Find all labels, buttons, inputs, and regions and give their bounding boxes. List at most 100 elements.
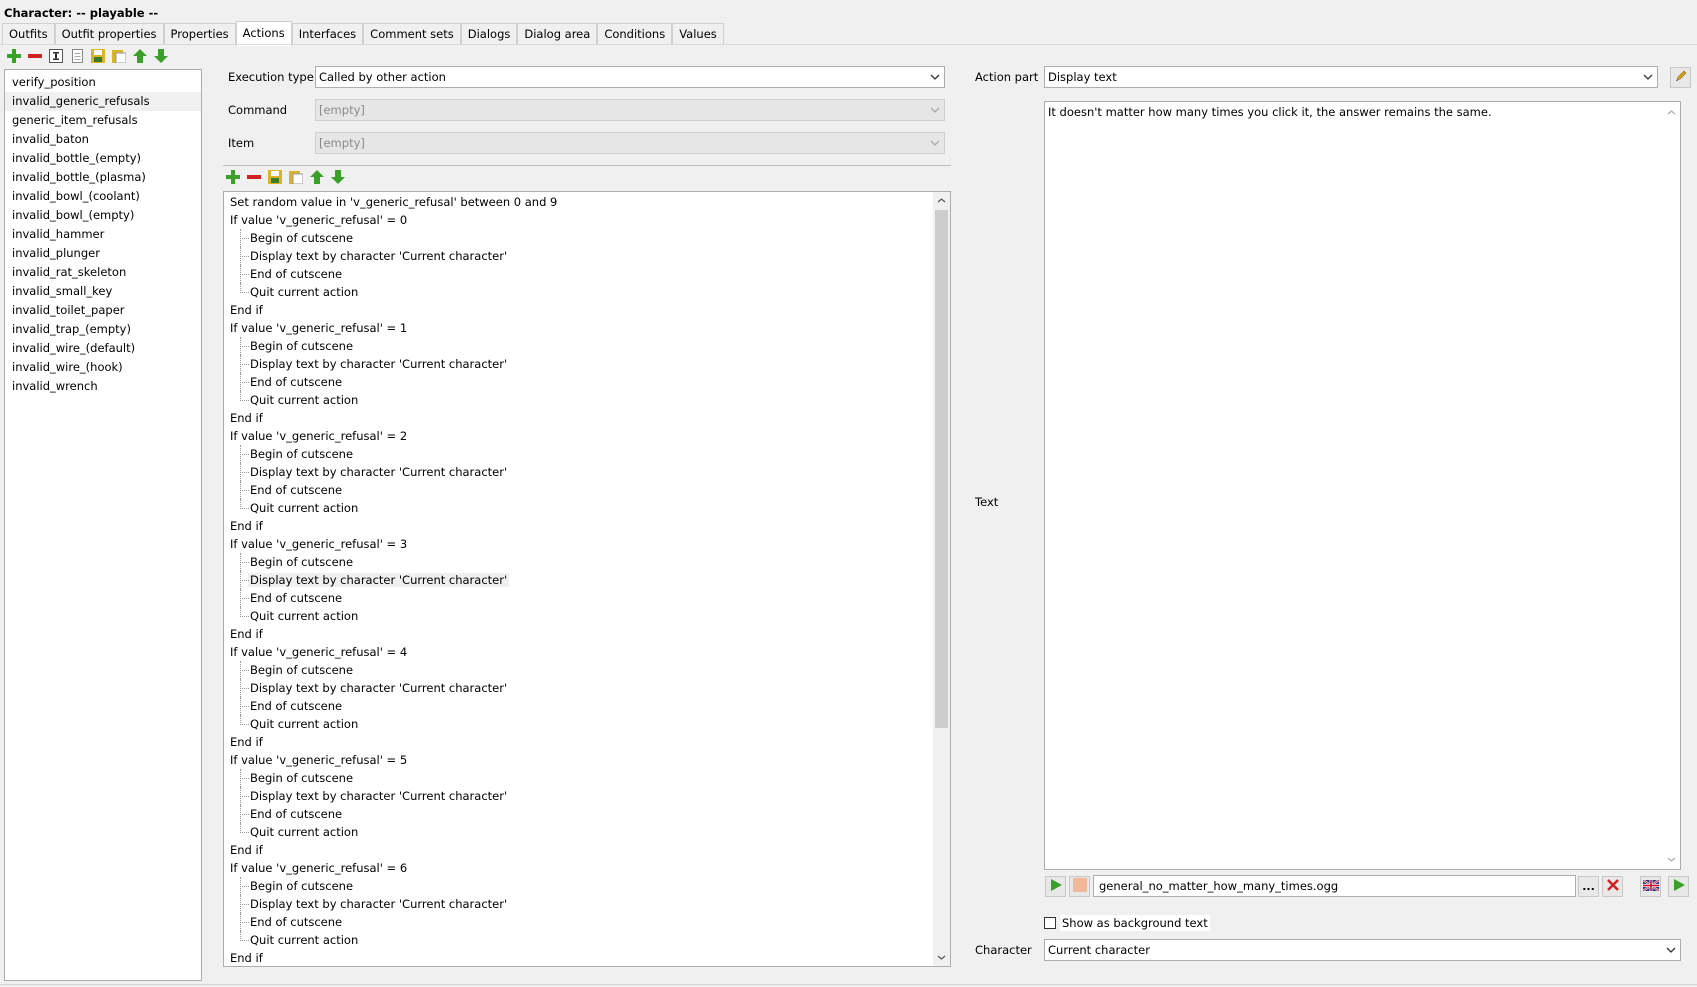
table-row[interactable]: Begin of cutscene: [224, 445, 950, 463]
save-icon[interactable]: [90, 48, 106, 64]
list-item[interactable]: invalid_bottle_(plasma): [5, 168, 201, 187]
table-row[interactable]: Begin of cutscene: [224, 661, 950, 679]
actions-list[interactable]: verify_position invalid_generic_refusals g…: [4, 69, 202, 981]
table-row[interactable]: End if: [224, 301, 950, 319]
list-item[interactable]: invalid_trap_(empty): [5, 320, 201, 339]
list-item[interactable]: invalid_small_key: [5, 282, 201, 301]
tab-outfit-properties[interactable]: Outfit properties: [54, 23, 164, 44]
scroll-up-icon[interactable]: [1667, 104, 1676, 118]
minus-icon[interactable]: [27, 48, 43, 64]
tab-outfits[interactable]: Outfits: [2, 23, 55, 44]
table-row[interactable]: End if: [224, 625, 950, 643]
tab-actions[interactable]: Actions: [235, 21, 292, 46]
table-row[interactable]: Display text by character 'Current chara…: [224, 787, 950, 805]
list-item[interactable]: invalid_wire_(default): [5, 339, 201, 358]
list-item[interactable]: generic_item_refusals: [5, 111, 201, 130]
list-item[interactable]: invalid_baton: [5, 130, 201, 149]
table-row[interactable]: End if: [224, 949, 950, 966]
table-row[interactable]: End of cutscene: [224, 265, 950, 283]
plus-icon[interactable]: [6, 48, 22, 64]
minus-icon[interactable]: [246, 169, 262, 185]
list-item[interactable]: invalid_wire_(hook): [5, 358, 201, 377]
table-row[interactable]: If value 'v_generic_refusal' = 0: [224, 211, 950, 229]
table-row[interactable]: End if: [224, 409, 950, 427]
table-row[interactable]: End if: [224, 841, 950, 859]
audio-file-field[interactable]: general_no_matter_how_many_times.ogg: [1093, 875, 1576, 897]
show-background-checkbox[interactable]: [1044, 917, 1056, 929]
edit-button[interactable]: [1670, 67, 1691, 88]
scroll-down-icon[interactable]: [1667, 851, 1676, 865]
table-row[interactable]: End of cutscene: [224, 589, 950, 607]
table-row[interactable]: End of cutscene: [224, 697, 950, 715]
list-item[interactable]: invalid_bottle_(empty): [5, 149, 201, 168]
table-row[interactable]: Quit current action: [224, 499, 950, 517]
paste-icon[interactable]: [288, 169, 304, 185]
table-row[interactable]: Set random value in 'v_generic_refusal' …: [224, 193, 950, 211]
scroll-up-icon[interactable]: [933, 192, 950, 209]
arrow-up-icon[interactable]: [132, 48, 148, 64]
arrow-up-icon[interactable]: [309, 169, 325, 185]
table-row[interactable]: Display text by character 'Current chara…: [224, 895, 950, 913]
tab-values[interactable]: Values: [672, 23, 724, 44]
table-row[interactable]: Begin of cutscene: [224, 229, 950, 247]
list-item[interactable]: invalid_bowl_(empty): [5, 206, 201, 225]
play-language-button[interactable]: [1668, 876, 1689, 897]
rename-icon[interactable]: [48, 48, 64, 64]
table-row[interactable]: Begin of cutscene: [224, 337, 950, 355]
tab-properties[interactable]: Properties: [163, 23, 236, 44]
show-background-checkbox-row[interactable]: Show as background text: [1044, 915, 1210, 931]
paste-icon[interactable]: [111, 48, 127, 64]
table-row[interactable]: If value 'v_generic_refusal' = 6: [224, 859, 950, 877]
delete-audio-button[interactable]: [1602, 876, 1623, 897]
table-row[interactable]: End of cutscene: [224, 373, 950, 391]
script-tree[interactable]: Set random value in 'v_generic_refusal' …: [223, 191, 951, 967]
table-row[interactable]: End if: [224, 517, 950, 535]
text-scrollbar[interactable]: [1663, 102, 1680, 869]
tab-comment-sets[interactable]: Comment sets: [363, 23, 461, 44]
table-row[interactable]: Display text by character 'Current chara…: [224, 355, 950, 373]
list-item[interactable]: invalid_toilet_paper: [5, 301, 201, 320]
action-part-dropdown[interactable]: Display text: [1044, 66, 1658, 88]
list-item[interactable]: invalid_hammer: [5, 225, 201, 244]
record-button[interactable]: [1069, 876, 1090, 897]
plus-icon[interactable]: [225, 169, 241, 185]
scroll-down-icon[interactable]: [933, 949, 950, 966]
save-icon[interactable]: [267, 169, 283, 185]
play-audio-button[interactable]: [1045, 876, 1066, 897]
tab-conditions[interactable]: Conditions: [597, 23, 673, 44]
scroll-thumb[interactable]: [935, 210, 948, 728]
tab-dialog-area[interactable]: Dialog area: [517, 23, 598, 44]
table-row[interactable]: Display text by character 'Current chara…: [224, 571, 950, 589]
table-row[interactable]: End of cutscene: [224, 481, 950, 499]
table-row[interactable]: If value 'v_generic_refusal' = 2: [224, 427, 950, 445]
tab-interfaces[interactable]: Interfaces: [291, 23, 364, 44]
table-row[interactable]: If value 'v_generic_refusal' = 3: [224, 535, 950, 553]
execution-type-dropdown[interactable]: Called by other action: [315, 66, 945, 88]
table-row[interactable]: Quit current action: [224, 283, 950, 301]
table-row[interactable]: End of cutscene: [224, 805, 950, 823]
list-item[interactable]: invalid_wrench: [5, 377, 201, 396]
tab-dialogs[interactable]: Dialogs: [460, 23, 518, 44]
copy-icon[interactable]: [69, 48, 85, 64]
table-row[interactable]: End if: [224, 733, 950, 751]
list-item[interactable]: invalid_rat_skeleton: [5, 263, 201, 282]
table-row[interactable]: Quit current action: [224, 607, 950, 625]
list-item[interactable]: verify_position: [5, 73, 201, 92]
table-row[interactable]: If value 'v_generic_refusal' = 5: [224, 751, 950, 769]
browse-button[interactable]: ...: [1578, 876, 1599, 897]
text-editor[interactable]: It doesn't matter how many times you cli…: [1044, 101, 1681, 870]
table-row[interactable]: Display text by character 'Current chara…: [224, 463, 950, 481]
table-row[interactable]: Begin of cutscene: [224, 553, 950, 571]
table-row[interactable]: Quit current action: [224, 823, 950, 841]
list-item[interactable]: invalid_plunger: [5, 244, 201, 263]
language-button[interactable]: [1640, 876, 1661, 897]
list-item[interactable]: invalid_generic_refusals: [5, 92, 201, 111]
arrow-down-icon[interactable]: [153, 48, 169, 64]
character-dropdown[interactable]: Current character: [1044, 939, 1681, 961]
table-row[interactable]: Display text by character 'Current chara…: [224, 247, 950, 265]
list-item[interactable]: invalid_bowl_(coolant): [5, 187, 201, 206]
table-row[interactable]: Begin of cutscene: [224, 769, 950, 787]
script-scrollbar[interactable]: [933, 192, 950, 966]
table-row[interactable]: Begin of cutscene: [224, 877, 950, 895]
table-row[interactable]: If value 'v_generic_refusal' = 1: [224, 319, 950, 337]
